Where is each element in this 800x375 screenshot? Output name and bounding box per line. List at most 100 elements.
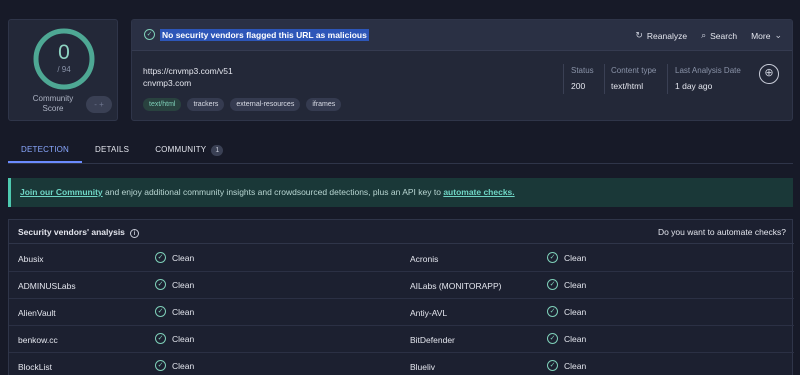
automate-checks-link[interactable]: automate checks. [443,187,514,197]
verdict-label: Clean [172,306,195,317]
tag-item[interactable]: external-resources [230,98,301,111]
verdict-label: Clean [172,279,195,290]
vendor-verdict: ✓ Clean [155,252,194,263]
refresh-icon: ↻ [635,30,643,40]
check-circle-icon: ✓ [155,252,166,263]
vendor-verdict: ✓ Clean [155,360,194,371]
table-row: benkow.cc ✓ Clean BitDefender ✓ Clean [9,326,794,353]
vendor-verdict: ✓ Clean [547,306,586,317]
vendors-table: Security vendors' analysis i Do you want … [8,219,794,375]
check-circle-icon: ✓ [144,29,155,40]
vendor-name: Abusix [18,254,44,264]
verdict-label: Clean [564,252,587,263]
vendors-header: Security vendors' analysis i Do you want … [9,220,794,244]
meta-divider [604,64,605,94]
vendor-name: BlockList [18,362,53,372]
vendor-verdict: ✓ Clean [155,279,194,290]
vendor-name: Blueliv [410,362,436,372]
vendors-title-text: Security vendors' analysis [18,227,125,237]
tag-item[interactable]: trackers [187,98,225,111]
search-button[interactable]: ⌕ Search [701,30,737,41]
tab-detection-label: DETECTION [21,145,70,154]
vendor-verdict: ✓ Clean [547,279,586,290]
tab-bar: DETECTION DETAILS COMMUNITY 1 [8,137,236,163]
check-circle-icon: ✓ [155,360,166,371]
check-circle-icon: ✓ [547,279,558,290]
check-circle-icon: ✓ [547,333,558,344]
verdict-label: Clean [564,333,587,344]
verdict-label: Clean [564,279,587,290]
vendor-name: BitDefender [410,335,455,345]
vendor-verdict: ✓ Clean [547,333,586,344]
promo-middle-text: and enjoy additional community insights … [102,187,444,197]
content-type-label: Content type [611,66,657,75]
vendor-name: Antiy-AVL [410,308,448,318]
table-row: AlienVault ✓ Clean Antiy-AVL ✓ Clean [9,299,794,326]
community-score-label: Community Score [32,94,74,113]
table-row: Abusix ✓ Clean Acronis ✓ Clean [9,245,794,272]
check-circle-icon: ✓ [155,306,166,317]
chevron-down-icon: ⌄ [774,30,782,40]
community-vote-toggle[interactable]: - + [86,96,112,113]
last-analysis-label: Last Analysis Date [675,66,741,75]
url-info-card: ✓ No security vendors flagged this URL a… [131,19,793,121]
verdict-banner: ✓ No security vendors flagged this URL a… [132,20,792,51]
vendor-name: AlienVault [18,308,56,318]
promo-text: Join our Community and enjoy additional … [20,187,515,197]
vendor-verdict: ✓ Clean [547,252,586,263]
globe-icon[interactable]: ⊕ [759,64,779,84]
reanalyze-label: Reanalyze [646,30,688,41]
automate-checks-link[interactable]: Do you want to automate checks? [658,227,786,237]
meta-divider [667,64,668,94]
analyzed-domain[interactable]: cnvmp3.com [143,78,191,88]
vendor-verdict: ✓ Clean [155,306,194,317]
vendor-verdict: ✓ Clean [155,333,194,344]
check-circle-icon: ✓ [547,252,558,263]
vendor-name: benkow.cc [18,335,58,345]
analyzed-url: https://cnvmp3.com/v51 [143,66,233,76]
last-analysis-value: 1 day ago [675,81,713,91]
table-row: ADMINUSLabs ✓ Clean AILabs (MONITORAPP) ✓… [9,272,794,299]
meta-divider [563,64,564,94]
search-icon: ⌕ [701,30,707,40]
community-count-badge: 1 [211,144,224,156]
vendor-name: ADMINUSLabs [18,281,76,291]
check-circle-icon: ✓ [547,360,558,371]
check-circle-icon: ✓ [155,279,166,290]
verdict-label: Clean [564,306,587,317]
community-score-card: 0 / 94 Community Score - + [8,19,118,121]
reanalyze-button[interactable]: ↻ Reanalyze [635,30,687,41]
vendors-title: Security vendors' analysis i [18,227,139,238]
content-type-value: text/html [611,81,644,91]
verdict-text: No security vendors flagged this URL as … [160,29,369,41]
verdict-label: Clean [564,360,587,371]
tab-details[interactable]: DETAILS [82,137,142,163]
verdict-label: Clean [172,252,195,263]
community-promo-banner: Join our Community and enjoy additional … [8,178,793,207]
detection-score: 0 [58,41,70,64]
check-circle-icon: ✓ [155,333,166,344]
info-icon[interactable]: i [129,229,139,238]
vendor-name: AILabs (MONITORAPP) [410,281,502,291]
tab-detection[interactable]: DETECTION [8,137,83,163]
tabs-divider [8,163,793,164]
detection-total: / 94 [57,65,71,74]
content-type-meta: Content type text/html [611,66,656,96]
vendor-name: Acronis [410,254,439,264]
tag-item[interactable]: iframes [306,98,342,111]
check-circle-icon: ✓ [547,306,558,317]
tab-community[interactable]: COMMUNITY 1 [142,137,236,163]
verdict-label: Clean [172,333,195,344]
join-community-link[interactable]: Join our Community [20,187,103,197]
last-analysis-meta: Last Analysis Date 1 day ago [675,66,741,96]
tab-details-label: DETAILS [95,145,130,154]
more-menu-button[interactable]: More ⌄ [751,30,782,41]
table-row: BlockList ✓ Clean Blueliv ✓ Clean [9,353,794,375]
status-value: 200 [571,81,586,91]
search-label: Search [710,30,738,41]
status-meta: Status 200 [571,66,594,96]
verdict-label: Clean [172,360,195,371]
vendor-verdict: ✓ Clean [547,360,586,371]
status-label: Status [571,66,594,75]
tag-item[interactable]: text/html [143,98,182,111]
